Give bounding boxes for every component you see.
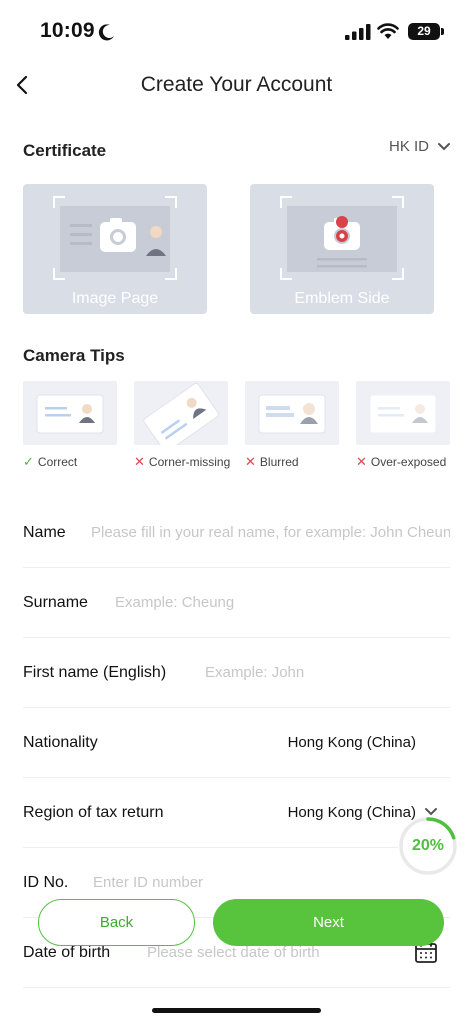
upload-emblem-side[interactable]: Emblem Side <box>250 184 434 314</box>
home-indicator <box>152 1008 321 1013</box>
nationality-value: Hong Kong (China) <box>287 734 416 751</box>
upload-emblem-side-label: Emblem Side <box>294 290 390 307</box>
nav-bar: Create Your Account <box>0 62 473 110</box>
cross-icon: ✕ <box>245 454 256 469</box>
page-title: Create Your Account <box>140 73 333 96</box>
moon-icon <box>98 24 114 41</box>
tip-blurred-label: Blurred <box>259 455 299 469</box>
status-time: 10:09 <box>40 19 95 42</box>
tax-region-value: Hong Kong (China) <box>287 804 416 821</box>
surname-input[interactable] <box>115 568 450 637</box>
progress-text: 20% <box>411 837 445 854</box>
tip-corner-missing: ✕ Corner-missing <box>134 381 231 470</box>
tip-correct-image <box>23 381 117 445</box>
tip-correct-label: Correct <box>37 455 78 469</box>
tip-over-exposed-label: Over-exposed <box>370 455 447 469</box>
certificate-type-value: HK ID <box>388 138 429 155</box>
first-name-input[interactable] <box>205 638 450 707</box>
certificate-title: Certificate <box>23 141 107 160</box>
id-card-over-exposed-icon <box>369 394 437 434</box>
wifi-icon <box>377 23 399 39</box>
upload-image-page-label: Image Page <box>71 290 159 307</box>
surname-label: Surname <box>23 593 88 611</box>
emblem-camera-icon <box>317 216 367 268</box>
name-label: Name <box>23 523 66 541</box>
tip-blurred-caption: ✕ Blurred <box>245 454 339 470</box>
certificate-type-select[interactable]: HK ID <box>389 138 451 155</box>
tip-corner-missing-caption: ✕ Corner-missing <box>134 454 231 470</box>
camera-tips-title: Camera Tips <box>23 346 125 365</box>
progress-indicator: 20% <box>398 816 458 876</box>
cross-icon: ✕ <box>356 454 367 469</box>
form-row-tax-region[interactable]: Region of tax return Hong Kong (China) <box>23 778 450 848</box>
form-row-name: Name <box>23 498 450 568</box>
upload-image-page[interactable]: Image Page <box>23 184 207 314</box>
id-card-correct-icon <box>36 394 104 434</box>
form-row-nationality[interactable]: Nationality Hong Kong (China) <box>23 708 450 778</box>
nationality-label: Nationality <box>23 733 98 751</box>
first-name-label: First name (English) <box>23 663 167 681</box>
back-button[interactable]: Back <box>38 899 195 946</box>
form-row-first-name: First name (English) <box>23 638 450 708</box>
tip-blurred: ✕ Blurred <box>245 381 339 470</box>
battery-tip <box>441 28 444 35</box>
id-card-tilted-icon <box>143 382 220 445</box>
chevron-down-icon <box>438 142 450 150</box>
status-bar: 10:09 29 <box>0 0 473 62</box>
check-icon: ✓ <box>23 454 34 469</box>
id-card-blurred-icon <box>258 394 326 434</box>
signal-icon <box>345 24 371 40</box>
cross-icon: ✕ <box>134 454 145 469</box>
tip-corner-missing-image <box>134 381 228 445</box>
tip-over-exposed-caption: ✕ Over-exposed <box>356 454 450 470</box>
tax-region-label: Region of tax return <box>23 803 164 821</box>
tip-correct: ✓ Correct <box>23 381 117 470</box>
name-input[interactable] <box>91 498 450 567</box>
next-button[interactable]: Next <box>213 899 444 946</box>
tip-over-exposed: ✕ Over-exposed <box>356 381 450 470</box>
tip-over-exposed-image <box>356 381 450 445</box>
tip-correct-caption: ✓ Correct <box>23 454 117 470</box>
tip-corner-missing-label: Corner-missing <box>148 455 231 469</box>
tip-blurred-image <box>245 381 339 445</box>
form-row-surname: Surname <box>23 568 450 638</box>
id-card-photo-icon <box>70 218 166 256</box>
battery-indicator: 29 <box>408 23 440 40</box>
